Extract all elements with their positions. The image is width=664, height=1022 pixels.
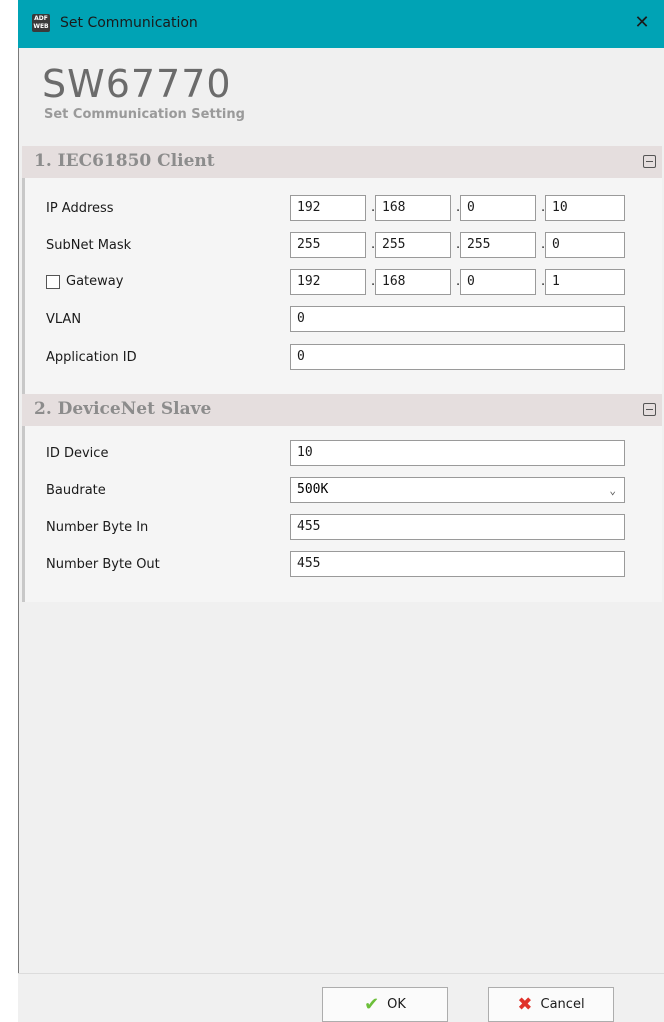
id-device-input[interactable]: 10 [290, 440, 625, 466]
gw-octet-2[interactable]: 168 [375, 269, 451, 295]
section-title: 2. DeviceNet Slave [34, 399, 212, 419]
mask-octet-3[interactable]: 255 [460, 232, 536, 258]
ok-button[interactable]: ✔ OK [322, 987, 448, 1022]
number-byte-in-input[interactable]: 455 [290, 514, 625, 540]
section-iec61850-header[interactable]: 1. IEC61850 Client [22, 146, 662, 178]
ip-octet-2[interactable]: 168 [375, 195, 451, 221]
app-icon: ADF WEB [32, 14, 50, 32]
gw-octet-4[interactable]: 1 [545, 269, 625, 295]
section-title: 1. IEC61850 Client [34, 151, 215, 171]
application-id-label: Application ID [46, 350, 137, 365]
cancel-button[interactable]: ✖ Cancel [488, 987, 614, 1022]
number-byte-out-label: Number Byte Out [46, 557, 160, 572]
collapse-icon[interactable] [643, 155, 656, 168]
section-devicenet-body: ID Device 10 Baudrate 500K ⌄ Number Byte… [22, 426, 662, 602]
baudrate-label: Baudrate [46, 483, 106, 498]
left-border [18, 48, 19, 1021]
application-id-input[interactable]: 0 [290, 344, 625, 370]
number-byte-out-input[interactable]: 455 [290, 551, 625, 577]
section-devicenet-header[interactable]: 2. DeviceNet Slave [22, 394, 662, 426]
title-bar: ADF WEB Set Communication ✕ [18, 0, 664, 48]
mask-octet-2[interactable]: 255 [375, 232, 451, 258]
baudrate-value: 500K [297, 482, 329, 497]
mask-octet-4[interactable]: 0 [545, 232, 625, 258]
subnet-mask-label: SubNet Mask [46, 238, 132, 253]
gateway-checkbox[interactable] [46, 274, 60, 289]
gw-octet-3[interactable]: 0 [460, 269, 536, 295]
close-button[interactable]: ✕ [628, 10, 656, 36]
vlan-input[interactable]: 0 [290, 306, 625, 332]
chevron-down-icon: ⌄ [609, 484, 616, 497]
ok-label: OK [387, 997, 406, 1012]
ip-octet-4[interactable]: 10 [545, 195, 625, 221]
product-subtitle: Set Communication Setting [44, 107, 245, 122]
ip-octet-3[interactable]: 0 [460, 195, 536, 221]
vlan-label: VLAN [46, 312, 82, 327]
gateway-label: Gateway [66, 274, 124, 289]
ip-address-label: IP Address [46, 201, 114, 216]
id-device-label: ID Device [46, 446, 109, 461]
window-title: Set Communication [60, 15, 198, 31]
mask-octet-1[interactable]: 255 [290, 232, 366, 258]
cross-icon: ✖ [517, 994, 533, 1015]
checkmark-icon: ✔ [364, 994, 380, 1015]
dialog-content: SW67770 Set Communication Setting 1. IEC… [18, 48, 664, 973]
cancel-label: Cancel [540, 997, 585, 1012]
gateway-row: Gateway [46, 274, 123, 289]
collapse-icon[interactable] [643, 403, 656, 416]
gw-octet-1[interactable]: 192 [290, 269, 366, 295]
baudrate-select[interactable]: 500K ⌄ [290, 477, 625, 503]
section-iec61850-body: IP Address 192 . 168 . 0 . 10 SubNet Mas… [22, 178, 662, 394]
ip-octet-1[interactable]: 192 [290, 195, 366, 221]
dialog-footer: ✔ OK ✖ Cancel [18, 973, 664, 1022]
number-byte-in-label: Number Byte In [46, 520, 149, 535]
product-code: SW67770 [42, 62, 232, 106]
